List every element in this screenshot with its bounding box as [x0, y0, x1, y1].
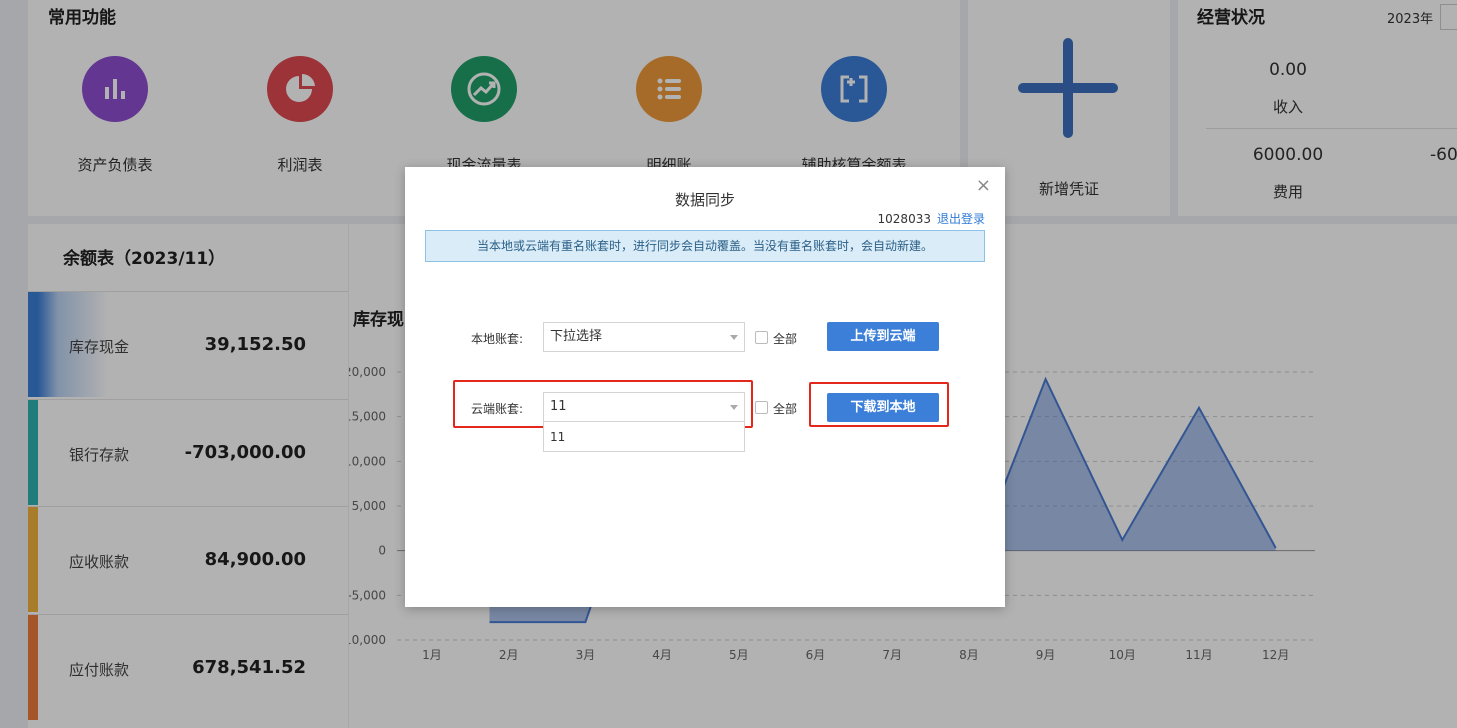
- local-all-label: 全部: [773, 332, 798, 346]
- cloud-account-value: 11: [550, 399, 567, 414]
- dialog-title: 数据同步: [674, 191, 735, 209]
- local-account-value: 下拉选择: [550, 329, 603, 344]
- account-id: 1028033: [877, 212, 931, 226]
- chevron-down-icon: [730, 335, 738, 340]
- cloud-account-option[interactable]: 11: [543, 422, 745, 452]
- cloud-account-select[interactable]: 11: [543, 392, 745, 422]
- download-to-local-button[interactable]: 下载到本地: [827, 393, 939, 422]
- sync-notice: 当本地或云端有重名账套时，进行同步会自动覆盖。当没有重名账套时，会自动新建。: [425, 230, 985, 262]
- logout-link[interactable]: 退出登录: [937, 212, 985, 226]
- local-account-label: 本地账套:: [471, 332, 524, 346]
- cloud-account-label: 云端账套:: [471, 402, 524, 416]
- data-sync-dialog: 数据同步 × 1028033 退出登录 当本地或云端有重名账套时，进行同步会自动覆…: [405, 167, 1005, 607]
- cloud-all-label: 全部: [773, 402, 798, 416]
- local-all-checkbox[interactable]: [755, 331, 768, 344]
- close-icon[interactable]: ×: [976, 175, 991, 196]
- chevron-down-icon: [730, 405, 738, 410]
- account-info: 1028033 退出登录: [878, 210, 985, 227]
- upload-to-cloud-button[interactable]: 上传到云端: [827, 322, 939, 351]
- local-account-select[interactable]: 下拉选择: [543, 322, 745, 352]
- cloud-all-checkbox[interactable]: [755, 401, 768, 414]
